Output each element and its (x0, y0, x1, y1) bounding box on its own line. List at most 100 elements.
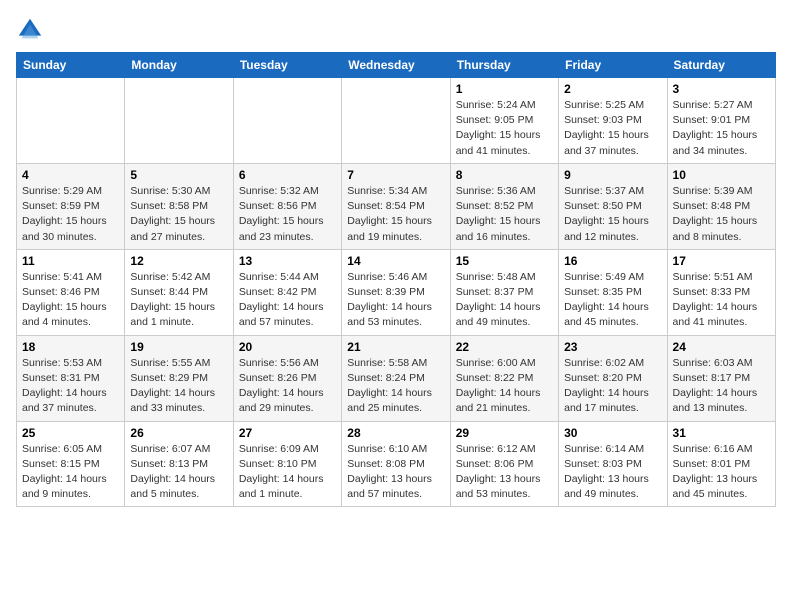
day-cell: 24 Sunrise: 6:03 AMSunset: 8:17 PMDayligh… (667, 335, 775, 421)
week-row-1: 1 Sunrise: 5:24 AMSunset: 9:05 PMDaylight… (17, 78, 776, 164)
col-header-tuesday: Tuesday (233, 53, 341, 78)
calendar-table: SundayMondayTuesdayWednesdayThursdayFrid… (16, 52, 776, 507)
day-number: 6 (239, 168, 336, 182)
day-info: Sunrise: 6:09 AMSunset: 8:10 PMDaylight:… (239, 442, 336, 503)
day-info: Sunrise: 5:34 AMSunset: 8:54 PMDaylight:… (347, 184, 444, 245)
logo-icon (16, 16, 44, 44)
week-row-5: 25 Sunrise: 6:05 AMSunset: 8:15 PMDayligh… (17, 421, 776, 507)
day-info: Sunrise: 5:41 AMSunset: 8:46 PMDaylight:… (22, 270, 119, 331)
day-cell: 4 Sunrise: 5:29 AMSunset: 8:59 PMDaylight… (17, 163, 125, 249)
day-number: 1 (456, 82, 553, 96)
day-info: Sunrise: 5:37 AMSunset: 8:50 PMDaylight:… (564, 184, 661, 245)
day-number: 5 (130, 168, 227, 182)
day-info: Sunrise: 5:39 AMSunset: 8:48 PMDaylight:… (673, 184, 770, 245)
day-info: Sunrise: 5:29 AMSunset: 8:59 PMDaylight:… (22, 184, 119, 245)
day-cell: 12 Sunrise: 5:42 AMSunset: 8:44 PMDayligh… (125, 249, 233, 335)
day-cell (17, 78, 125, 164)
day-number: 15 (456, 254, 553, 268)
day-cell: 11 Sunrise: 5:41 AMSunset: 8:46 PMDayligh… (17, 249, 125, 335)
col-header-wednesday: Wednesday (342, 53, 450, 78)
col-header-thursday: Thursday (450, 53, 558, 78)
day-info: Sunrise: 6:16 AMSunset: 8:01 PMDaylight:… (673, 442, 770, 503)
day-number: 27 (239, 426, 336, 440)
day-cell: 17 Sunrise: 5:51 AMSunset: 8:33 PMDayligh… (667, 249, 775, 335)
day-info: Sunrise: 6:07 AMSunset: 8:13 PMDaylight:… (130, 442, 227, 503)
day-info: Sunrise: 6:12 AMSunset: 8:06 PMDaylight:… (456, 442, 553, 503)
day-info: Sunrise: 5:53 AMSunset: 8:31 PMDaylight:… (22, 356, 119, 417)
day-number: 14 (347, 254, 444, 268)
day-number: 18 (22, 340, 119, 354)
day-info: Sunrise: 5:46 AMSunset: 8:39 PMDaylight:… (347, 270, 444, 331)
day-cell: 18 Sunrise: 5:53 AMSunset: 8:31 PMDayligh… (17, 335, 125, 421)
day-cell: 25 Sunrise: 6:05 AMSunset: 8:15 PMDayligh… (17, 421, 125, 507)
day-cell: 15 Sunrise: 5:48 AMSunset: 8:37 PMDayligh… (450, 249, 558, 335)
day-cell (342, 78, 450, 164)
day-number: 4 (22, 168, 119, 182)
day-cell: 27 Sunrise: 6:09 AMSunset: 8:10 PMDayligh… (233, 421, 341, 507)
col-header-saturday: Saturday (667, 53, 775, 78)
week-row-2: 4 Sunrise: 5:29 AMSunset: 8:59 PMDaylight… (17, 163, 776, 249)
day-info: Sunrise: 5:48 AMSunset: 8:37 PMDaylight:… (456, 270, 553, 331)
day-number: 13 (239, 254, 336, 268)
day-number: 21 (347, 340, 444, 354)
day-info: Sunrise: 5:49 AMSunset: 8:35 PMDaylight:… (564, 270, 661, 331)
day-cell: 14 Sunrise: 5:46 AMSunset: 8:39 PMDayligh… (342, 249, 450, 335)
day-number: 17 (673, 254, 770, 268)
day-info: Sunrise: 5:42 AMSunset: 8:44 PMDaylight:… (130, 270, 227, 331)
day-number: 29 (456, 426, 553, 440)
col-header-sunday: Sunday (17, 53, 125, 78)
day-number: 24 (673, 340, 770, 354)
day-info: Sunrise: 6:05 AMSunset: 8:15 PMDaylight:… (22, 442, 119, 503)
day-number: 9 (564, 168, 661, 182)
day-info: Sunrise: 6:00 AMSunset: 8:22 PMDaylight:… (456, 356, 553, 417)
day-cell: 26 Sunrise: 6:07 AMSunset: 8:13 PMDayligh… (125, 421, 233, 507)
day-number: 26 (130, 426, 227, 440)
day-cell: 1 Sunrise: 5:24 AMSunset: 9:05 PMDaylight… (450, 78, 558, 164)
page-header (16, 16, 776, 44)
day-info: Sunrise: 5:56 AMSunset: 8:26 PMDaylight:… (239, 356, 336, 417)
day-info: Sunrise: 6:14 AMSunset: 8:03 PMDaylight:… (564, 442, 661, 503)
day-cell: 5 Sunrise: 5:30 AMSunset: 8:58 PMDaylight… (125, 163, 233, 249)
day-cell: 19 Sunrise: 5:55 AMSunset: 8:29 PMDayligh… (125, 335, 233, 421)
day-cell (125, 78, 233, 164)
day-cell: 10 Sunrise: 5:39 AMSunset: 8:48 PMDayligh… (667, 163, 775, 249)
day-cell: 31 Sunrise: 6:16 AMSunset: 8:01 PMDayligh… (667, 421, 775, 507)
day-number: 25 (22, 426, 119, 440)
day-cell: 13Sunrise: 5:44 AMSunset: 8:42 PMDayligh… (233, 249, 341, 335)
day-cell: 3Sunrise: 5:27 AMSunset: 9:01 PMDaylight… (667, 78, 775, 164)
day-info: Sunrise: 5:51 AMSunset: 8:33 PMDaylight:… (673, 270, 770, 331)
day-cell: 8 Sunrise: 5:36 AMSunset: 8:52 PMDaylight… (450, 163, 558, 249)
day-number: 16 (564, 254, 661, 268)
day-info: Sunrise: 5:36 AMSunset: 8:52 PMDaylight:… (456, 184, 553, 245)
header-row: SundayMondayTuesdayWednesdayThursdayFrid… (17, 53, 776, 78)
day-number: 8 (456, 168, 553, 182)
day-number: 19 (130, 340, 227, 354)
day-cell (233, 78, 341, 164)
day-cell: 22 Sunrise: 6:00 AMSunset: 8:22 PMDayligh… (450, 335, 558, 421)
day-cell: 23Sunrise: 6:02 AMSunset: 8:20 PMDayligh… (559, 335, 667, 421)
day-info: Sunrise: 5:30 AMSunset: 8:58 PMDaylight:… (130, 184, 227, 245)
day-number: 10 (673, 168, 770, 182)
day-info: Sunrise: 5:25 AMSunset: 9:03 PMDaylight:… (564, 98, 661, 159)
day-number: 23 (564, 340, 661, 354)
day-cell: 20 Sunrise: 5:56 AMSunset: 8:26 PMDayligh… (233, 335, 341, 421)
day-number: 2 (564, 82, 661, 96)
day-number: 12 (130, 254, 227, 268)
day-cell: 6Sunrise: 5:32 AMSunset: 8:56 PMDaylight… (233, 163, 341, 249)
col-header-monday: Monday (125, 53, 233, 78)
day-info: Sunrise: 6:03 AMSunset: 8:17 PMDaylight:… (673, 356, 770, 417)
day-number: 28 (347, 426, 444, 440)
logo (16, 16, 46, 44)
day-number: 22 (456, 340, 553, 354)
week-row-4: 18 Sunrise: 5:53 AMSunset: 8:31 PMDayligh… (17, 335, 776, 421)
day-info: Sunrise: 5:24 AMSunset: 9:05 PMDaylight:… (456, 98, 553, 159)
day-number: 30 (564, 426, 661, 440)
day-number: 31 (673, 426, 770, 440)
day-cell: 2 Sunrise: 5:25 AMSunset: 9:03 PMDaylight… (559, 78, 667, 164)
day-info: Sunrise: 5:55 AMSunset: 8:29 PMDaylight:… (130, 356, 227, 417)
day-info: Sunrise: 5:58 AMSunset: 8:24 PMDaylight:… (347, 356, 444, 417)
day-number: 11 (22, 254, 119, 268)
day-info: Sunrise: 6:10 AMSunset: 8:08 PMDaylight:… (347, 442, 444, 503)
day-number: 20 (239, 340, 336, 354)
day-cell: 28 Sunrise: 6:10 AMSunset: 8:08 PMDayligh… (342, 421, 450, 507)
